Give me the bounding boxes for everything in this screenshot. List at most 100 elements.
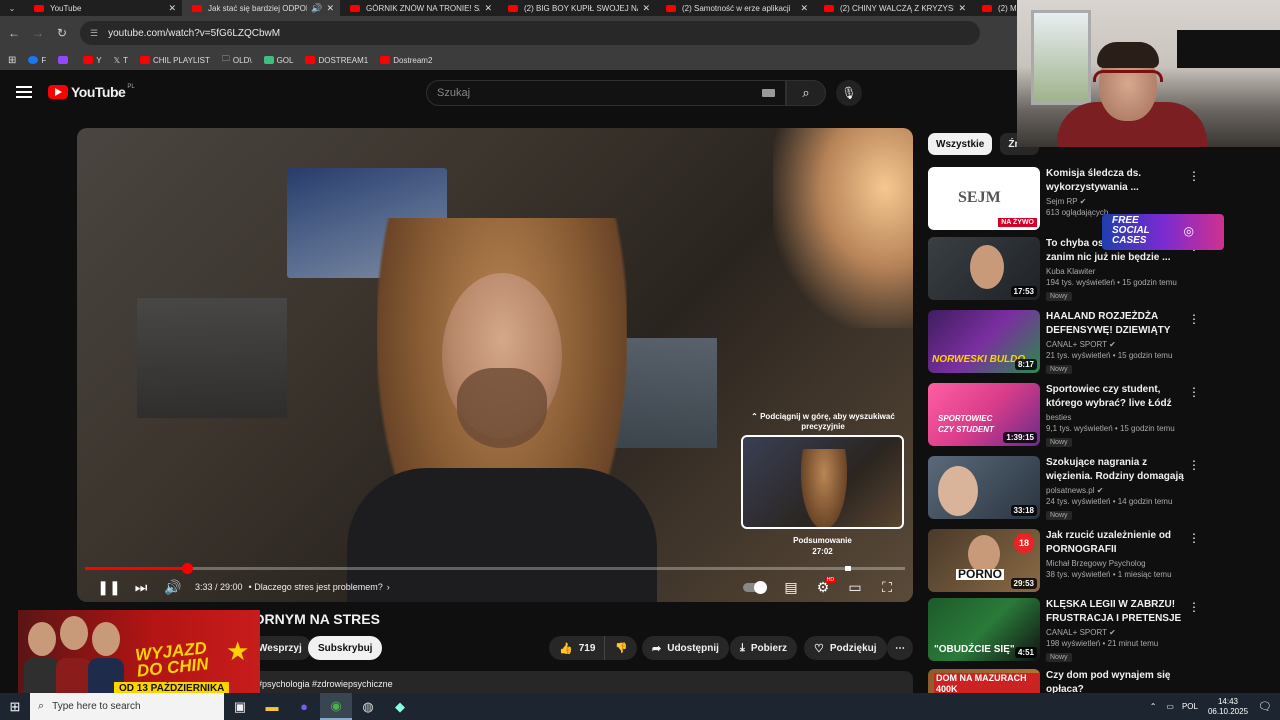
chrome-button[interactable]: ◉ (320, 693, 352, 720)
recommendation-title[interactable]: Jak rzucić uzależnienie od PORNOGRAFII (1046, 529, 1186, 557)
back-arrow-icon[interactable]: ← (2, 26, 26, 40)
like-button[interactable]: 👍 719 (549, 636, 606, 660)
recommendation-item[interactable]: "OBUDŹCIE SIĘ" 4:51 KLĘSKA LEGII W ZABRZ… (928, 598, 1280, 664)
browser-tab[interactable]: YouTube ✕ (24, 0, 182, 16)
notifications-icon[interactable]: 🗨 (1258, 700, 1272, 713)
channel-name[interactable]: CANAL+ SPORT ✔ (1046, 628, 1186, 637)
next-button[interactable]: ⏭ (125, 572, 157, 602)
fullscreen-button[interactable]: ⛶ (871, 572, 903, 602)
bookmark-item[interactable]: 𝕏T (114, 56, 128, 65)
search-button[interactable]: ⌕ (786, 80, 826, 106)
bookmark-item[interactable]: GOL (263, 56, 293, 65)
chevron-right-icon[interactable]: › (387, 582, 390, 592)
video-thumbnail[interactable]: SPORTOWIEC CZY STUDENT 1:39:15 (928, 383, 1040, 446)
bookmark-item[interactable]: CHIL PLAYLIST (139, 56, 210, 65)
channel-name[interactable]: Kuba Klawiter (1046, 267, 1186, 276)
chapter-title[interactable]: • Dlaczego stres jest problemem? (249, 582, 383, 592)
video-thumbnail[interactable]: "OBUDŹCIE SIĘ" 4:51 (928, 598, 1040, 661)
network-icon[interactable]: ▭ (1166, 702, 1174, 711)
dislike-button[interactable]: 👎 (604, 636, 638, 660)
channel-name[interactable]: besties (1046, 413, 1186, 422)
chevron-up-icon[interactable]: ⌃ (1150, 702, 1157, 711)
progress-bar[interactable] (85, 563, 905, 574)
recommendation-item[interactable]: DOM NA MAZURACH 400K Czy dom pod wynajem… (928, 669, 1280, 693)
volume-button[interactable]: 🔊 (157, 572, 189, 602)
video-thumbnail[interactable]: SEJM NA ŻYWO (928, 167, 1040, 230)
browser-tab[interactable]: GÓRNIK ZNÓW NA TRONIE! SZ ✕ (340, 0, 498, 16)
subscribe-button[interactable]: Subskrybuj (308, 636, 383, 660)
bookmark-folder[interactable]: 🗀 OLD\ (222, 53, 252, 67)
recommendation-item[interactable]: 33:18 Szokujące nagrania z więzienia. Ro… (928, 456, 1280, 522)
clock[interactable]: 14:43 06.10.2025 (1208, 697, 1248, 717)
site-info-icon[interactable]: ☰ (90, 28, 98, 39)
channel-name[interactable]: Sejm RP ✔ (1046, 197, 1186, 206)
recommendation-title[interactable]: Komisja śledcza ds. wykorzystywania ... (1046, 167, 1186, 195)
language-indicator[interactable]: POL (1182, 702, 1198, 711)
close-tab-icon[interactable]: ✕ (958, 3, 966, 14)
bookmark-item[interactable]: Dostream2 (380, 56, 432, 65)
bookmark-item[interactable]: DOSTREAM1 (305, 56, 368, 65)
audio-icon[interactable]: 🔊 (311, 3, 322, 14)
keyboard-icon[interactable] (762, 89, 775, 97)
video-player[interactable]: ⌃ Podciągnij w górę, aby wyszukiwać prec… (77, 128, 913, 602)
forward-arrow-icon[interactable]: → (26, 26, 50, 40)
more-vert-icon[interactable]: ⋮ (1188, 458, 1200, 472)
autoplay-toggle[interactable] (743, 580, 767, 594)
close-tab-icon[interactable]: ✕ (168, 3, 176, 14)
video-thumbnail[interactable]: 17:53 (928, 237, 1040, 300)
recommendation-item[interactable]: PORNO 18 29:53 Jak rzucić uzależnienie o… (928, 529, 1280, 595)
more-actions-button[interactable]: ⋯ (887, 636, 913, 660)
menu-icon[interactable] (16, 86, 32, 98)
bookmark-item[interactable] (58, 56, 71, 64)
pause-button[interactable]: ❚❚ (93, 572, 125, 602)
browser-tab[interactable]: (2) CHINY WALCZĄ Z KRYZYSE ✕ (814, 0, 972, 16)
video-thumbnail[interactable]: NORWESKI BULDO 8:17 (928, 310, 1040, 373)
search-input[interactable]: Szukaj (426, 80, 786, 106)
recommendation-title[interactable]: KLĘSKA LEGII W ZABRZU! FRUSTRACJA I PRET… (1046, 598, 1186, 626)
tab-search-icon[interactable]: ⌄ (0, 0, 24, 16)
thanks-button[interactable]: ♡ Podziękuj (804, 636, 887, 660)
app-button[interactable]: ● (288, 693, 320, 720)
apps-grid-icon[interactable]: ⊞ (8, 55, 16, 66)
recommendation-item[interactable]: SPORTOWIEC CZY STUDENT 1:39:15 Sportowie… (928, 383, 1280, 449)
more-vert-icon[interactable]: ⋮ (1188, 385, 1200, 399)
browser-tab[interactable]: (2) Samotność w erze aplikacji ✕ (656, 0, 814, 16)
channel-name[interactable]: Michał Brzegowy Psycholog (1046, 559, 1186, 568)
settings-button[interactable]: ⚙ HD (807, 572, 839, 602)
recommendation-title[interactable]: HAALAND ROZJEŻDŻA DEFENSYWĘ! DZIEWIĄTY G… (1046, 310, 1186, 338)
youtube-logo[interactable]: YouTube PL (48, 84, 135, 100)
close-tab-icon[interactable]: ✕ (484, 3, 492, 14)
video-thumbnail[interactable]: PORNO 18 29:53 (928, 529, 1040, 592)
theater-mode-button[interactable]: ▭ (839, 572, 871, 602)
more-vert-icon[interactable]: ⋮ (1188, 312, 1200, 326)
channel-name[interactable]: CANAL+ SPORT ✔ (1046, 340, 1186, 349)
more-vert-icon[interactable]: ⋮ (1188, 169, 1200, 183)
video-thumbnail[interactable]: 33:18 (928, 456, 1040, 519)
bookmark-item[interactable]: Y (83, 56, 102, 65)
video-thumbnail[interactable]: DOM NA MAZURACH 400K (928, 669, 1040, 693)
task-view-button[interactable]: ▣ (224, 693, 256, 720)
recommendation-title[interactable]: Sportowiec czy student, którego wybrać? … (1046, 383, 1186, 411)
url-field[interactable]: ☰ youtube.com/watch?v=5fG6LZQCbwM (80, 21, 980, 45)
app-button-2[interactable]: ◆ (384, 693, 416, 720)
chip-all[interactable]: Wszystkie (928, 133, 993, 155)
voice-search-button[interactable]: 🎙 (836, 80, 862, 106)
description-tags[interactable]: #psychologia #zdrowiepsychiczne (257, 679, 393, 689)
recommendation-item[interactable]: NORWESKI BULDO 8:17 HAALAND ROZJEŻDŻA DE… (928, 310, 1280, 376)
more-vert-icon[interactable]: ⋮ (1188, 531, 1200, 545)
recommendation-title[interactable]: Szokujące nagrania z więzienia. Rodziny … (1046, 456, 1186, 484)
browser-tab-active[interactable]: Jak stać się bardziej ODPORN 🔊 ✕ (182, 0, 340, 16)
close-tab-icon[interactable]: ✕ (326, 3, 334, 14)
subtitles-button[interactable]: ▤ (775, 572, 807, 602)
more-vert-icon[interactable]: ⋮ (1188, 600, 1200, 614)
share-button[interactable]: ➦ Udostępnij (642, 636, 729, 660)
taskbar-search-input[interactable]: ⌕ Type here to search (30, 693, 224, 720)
reload-icon[interactable]: ↻ (50, 26, 74, 40)
channel-name[interactable]: polsatnews.pl ✔ (1046, 486, 1186, 495)
close-tab-icon[interactable]: ✕ (642, 3, 650, 14)
browser-tab[interactable]: (2) BIG BOY KUPIŁ SWOJEJ NAR ✕ (498, 0, 656, 16)
bookmark-item[interactable]: F (28, 56, 46, 65)
file-explorer-button[interactable]: ▬ (256, 693, 288, 720)
windows-start-button[interactable]: ⊞ (0, 693, 30, 720)
obs-button[interactable]: ◍ (352, 693, 384, 720)
